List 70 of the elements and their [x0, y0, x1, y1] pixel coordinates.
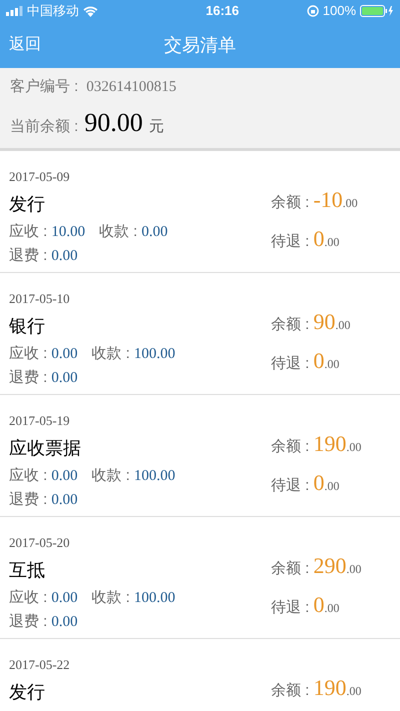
receivable-label: 应收 :	[9, 222, 48, 242]
transaction-date: 2017-05-09	[9, 168, 71, 186]
refund-label: 退费 :	[9, 246, 48, 266]
signal-icon	[6, 6, 23, 16]
transaction-row[interactable]: 2017-05-20 互抵 应收 : 0.00 收款 : 100.00 退费 : 0.00 余额 : 290.00 待退 : 0.00	[0, 516, 400, 638]
receivable-value: 0.00	[51, 588, 78, 608]
received-value: 100.00	[134, 588, 176, 608]
refund-value: 0.00	[51, 369, 78, 388]
transaction-date: 2017-05-20	[9, 534, 71, 552]
receivable-value: 0.00	[51, 344, 78, 364]
clock-time: 16:16	[206, 2, 239, 20]
receivable-value: 10.00	[51, 222, 86, 242]
pending-refund-amount: 0.00	[313, 468, 340, 496]
balance-label: 余额 :	[271, 314, 310, 334]
receivable-value: 0.00	[51, 466, 78, 486]
balance-label: 余额 :	[271, 680, 310, 700]
received-label: 收款 :	[92, 344, 130, 364]
transaction-title: 发行	[9, 680, 46, 702]
balance-amount: 90.00	[313, 308, 350, 336]
transaction-row[interactable]: 2017-05-09 发行 应收 : 10.00 收款 : 0.00 退费 : 0.00 余额 : -10.00 待退 : 0.00	[0, 150, 400, 272]
wifi-icon	[83, 6, 98, 16]
pending-refund-amount: 0.00	[313, 346, 340, 374]
received-value: 100.00	[134, 466, 176, 486]
refund-label: 退费 :	[9, 490, 48, 510]
balance-amount: 190.00	[313, 430, 362, 458]
battery-icon	[360, 5, 394, 17]
received-label: 收款 :	[92, 466, 130, 486]
battery-percent: 100%	[322, 2, 356, 20]
pending-refund-amount: 0.00	[313, 590, 340, 618]
currency-unit: 元	[148, 116, 164, 136]
current-balance: 90.00	[84, 106, 143, 138]
transaction-row[interactable]: 2017-05-22 发行 余额 : 190.00	[0, 638, 400, 711]
transaction-title: 互抵	[9, 558, 46, 580]
transaction-date: 2017-05-19	[9, 412, 71, 430]
transaction-title: 银行	[9, 314, 46, 336]
received-label: 收款 :	[99, 222, 138, 242]
balance-label: 余额 :	[271, 436, 310, 456]
balance-amount: -10.00	[313, 186, 358, 214]
refund-value: 0.00	[51, 491, 78, 510]
transaction-date: 2017-05-10	[9, 290, 71, 308]
transaction-row[interactable]: 2017-05-19 应收票据 应收 : 0.00 收款 : 100.00 退费 : 0.00 余额 : 190.00 待退 : 0.00	[0, 394, 400, 516]
balance-label: 当前余额 :	[10, 116, 78, 136]
refund-label: 退费 :	[9, 368, 48, 388]
page-title: 交易清单	[164, 34, 236, 56]
transaction-title: 应收票据	[9, 436, 82, 458]
balance-amount: 290.00	[313, 552, 362, 580]
refund-value: 0.00	[51, 613, 78, 632]
transaction-title: 发行	[9, 192, 46, 214]
received-value: 100.00	[134, 344, 176, 364]
pending-refund-amount: 0.00	[313, 224, 340, 252]
receivable-label: 应收 :	[9, 466, 48, 486]
receivable-label: 应收 :	[9, 588, 48, 608]
refund-label: 退费 :	[9, 612, 48, 632]
received-value: 0.00	[141, 222, 168, 242]
balance-amount: 190.00	[313, 674, 362, 702]
transaction-row[interactable]: 2017-05-10 银行 应收 : 0.00 收款 : 100.00 退费 : 0.00 余额 : 90.00 待退 : 0.00	[0, 272, 400, 394]
customer-number: 032614100815	[86, 78, 176, 97]
refund-value: 0.00	[51, 247, 78, 266]
receivable-label: 应收 :	[9, 344, 48, 364]
received-label: 收款 :	[92, 588, 130, 608]
carrier-name: 中国移动	[27, 2, 79, 20]
pending-refund-label: 待退 :	[271, 232, 310, 252]
pending-refund-label: 待退 :	[271, 476, 310, 496]
balance-label: 余额 :	[271, 192, 310, 212]
transaction-date: 2017-05-22	[9, 656, 70, 674]
pending-refund-label: 待退 :	[271, 354, 310, 374]
pending-refund-label: 待退 :	[271, 598, 310, 618]
rotation-lock-icon	[306, 5, 319, 17]
customer-number-label: 客户编号 :	[10, 77, 78, 97]
balance-label: 余额 :	[271, 558, 310, 578]
